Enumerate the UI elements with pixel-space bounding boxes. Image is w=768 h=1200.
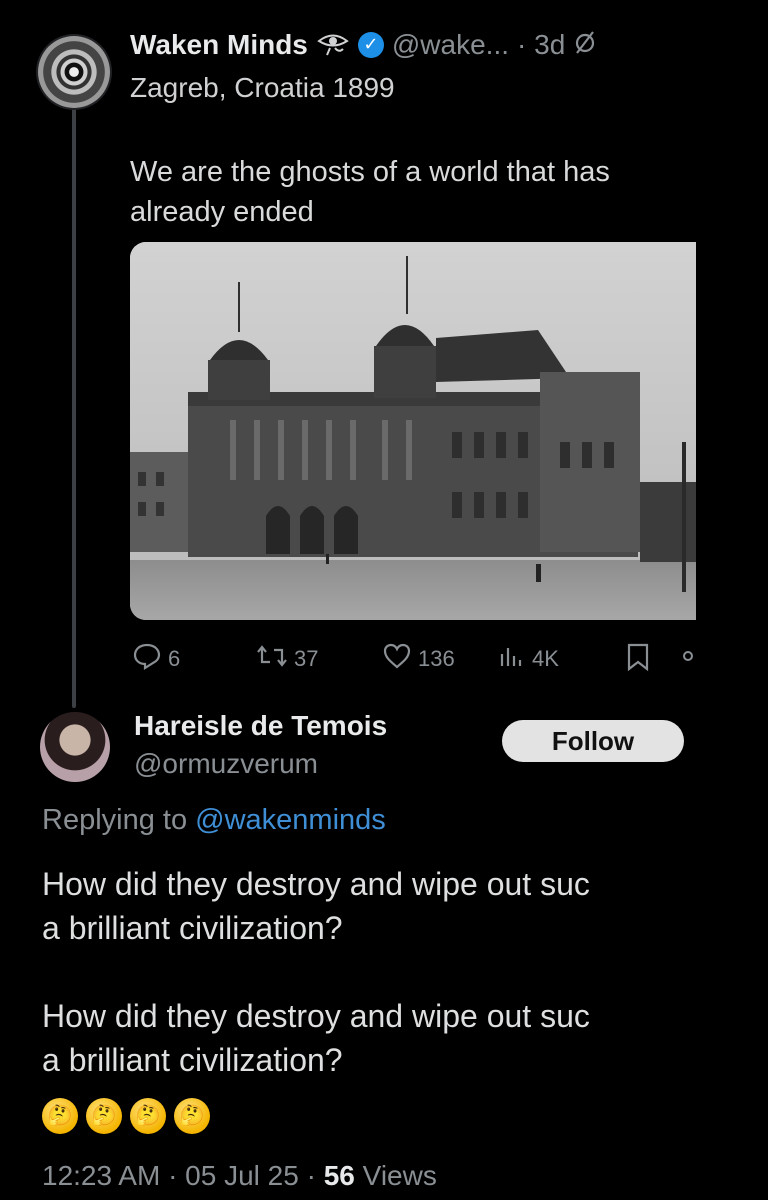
eye-of-horus-icon	[316, 28, 350, 61]
reply-button[interactable]: 6	[132, 642, 180, 676]
emoji-row: 🤔 🤔 🤔 🤔	[42, 1098, 218, 1134]
tweet-text-line: We are the ghosts of a world that has	[130, 156, 610, 188]
tweet-text-line: already ended	[130, 196, 314, 228]
reply-icon	[132, 642, 162, 676]
author-name[interactable]: Waken Minds	[130, 29, 308, 61]
avatar[interactable]	[40, 712, 110, 782]
repost-count: 37	[294, 646, 319, 671]
follow-button[interactable]: Follow	[502, 720, 684, 762]
views-button[interactable]: 4K	[498, 642, 559, 676]
tweet-media-image[interactable]	[130, 242, 696, 620]
thinking-face-emoji: 🤔	[130, 1098, 166, 1134]
like-button[interactable]: 136	[382, 642, 455, 676]
tweet-time[interactable]: · 3d	[517, 29, 565, 61]
thinking-face-emoji: 🤔	[86, 1098, 122, 1134]
reply-text-line: How did they destroy and wipe out suc	[42, 998, 590, 1034]
reply-text-line: a brilliant civilization?	[42, 910, 343, 946]
reply-views-label: Views	[362, 1160, 437, 1191]
avatar[interactable]	[38, 36, 110, 108]
thinking-face-emoji: 🤔	[42, 1098, 78, 1134]
location-text: Zagreb, Croatia 1899	[130, 72, 395, 103]
tweet-header: Waken Minds ✓ @wake... · 3d	[130, 28, 597, 61]
thread-line	[72, 96, 76, 708]
replying-to: Replying to @wakenminds	[42, 804, 386, 837]
reply-timestamp[interactable]: 12:23 AM · 05 Jul 25 ·	[42, 1160, 316, 1191]
author-handle[interactable]: @wake...	[392, 29, 509, 61]
reply-views-count: 56	[323, 1160, 355, 1191]
views-count: 4K	[532, 646, 559, 671]
replying-to-label: Replying to	[42, 804, 188, 836]
repost-button[interactable]: 37	[256, 642, 318, 676]
reply-author-handle[interactable]: @ormuzverum	[134, 748, 318, 780]
reply-footer: 12:23 AM · 05 Jul 25 · 56 Views	[42, 1160, 437, 1192]
reply-text-line: How did they destroy and wipe out suc	[42, 866, 590, 902]
repost-icon	[256, 642, 288, 676]
bookmark-button[interactable]	[624, 642, 652, 677]
like-count: 136	[418, 646, 455, 671]
tweet-text: We are the ghosts of a world that has al…	[130, 152, 610, 232]
reply-count: 6	[168, 646, 181, 671]
reply-author-name[interactable]: Hareisle de Temois	[134, 710, 387, 742]
verified-badge-icon: ✓	[357, 31, 384, 58]
thinking-face-emoji: 🤔	[174, 1098, 210, 1134]
share-button[interactable]	[680, 644, 696, 673]
grok-icon[interactable]	[573, 29, 597, 60]
bookmark-icon	[624, 643, 652, 676]
share-icon	[680, 651, 696, 672]
replying-to-handle-link[interactable]: @wakenminds	[195, 804, 386, 836]
reply-text-line: a brilliant civilization?	[42, 1042, 343, 1078]
heart-icon	[382, 642, 412, 676]
analytics-icon	[498, 642, 526, 676]
reply-text: How did they destroy and wipe out suc a …	[42, 862, 590, 1082]
